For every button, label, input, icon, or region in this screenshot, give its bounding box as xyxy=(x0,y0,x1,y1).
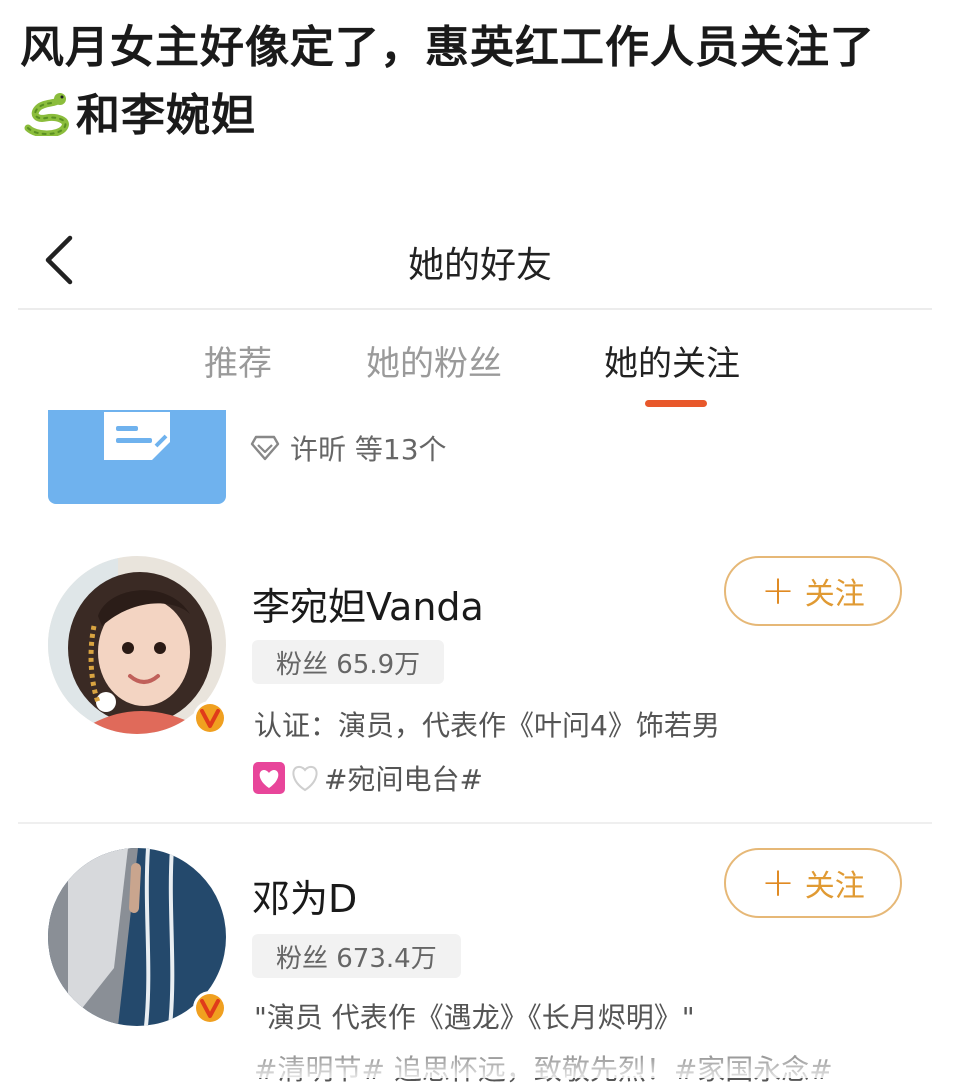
nav-bar: 她的好友 xyxy=(0,214,960,308)
topic-tag[interactable]: #宛间电台# xyxy=(324,758,483,798)
user-tag-line: #宛间电台# xyxy=(252,758,483,798)
follow-button[interactable]: + 关注 xyxy=(724,848,902,918)
nav-divider xyxy=(18,308,932,310)
plus-icon: + xyxy=(761,860,795,906)
tab-her-fans[interactable]: 她的粉丝 xyxy=(366,336,502,385)
active-tab-indicator xyxy=(645,400,707,407)
user-name[interactable]: 邓为D xyxy=(252,868,357,923)
document-icon xyxy=(104,412,170,460)
pink-heart-icon xyxy=(253,762,285,794)
user-description: 认证：演员，代表作《叶问4》饰若男 xyxy=(254,709,720,742)
fans-count: 粉丝 65.9万 xyxy=(252,640,445,684)
plus-icon: + xyxy=(761,568,795,614)
tab-bar: 推荐 她的粉丝 她的关注 xyxy=(0,330,960,410)
tab-recommend[interactable]: 推荐 xyxy=(204,336,272,385)
post-title: 风月女主好像定了，惠英红工作人员关注了 和李婉妲 xyxy=(20,14,930,150)
page-title: 她的好友 xyxy=(407,245,552,286)
verified-badge-icon xyxy=(193,701,227,735)
diamond-icon xyxy=(250,435,280,461)
bottom-fade xyxy=(0,1038,960,1078)
follow-button[interactable]: + 关注 xyxy=(724,556,902,626)
tab-her-following[interactable]: 她的关注 xyxy=(604,336,740,385)
post-title-part2: 和李婉妲 xyxy=(76,90,256,141)
row-divider xyxy=(18,822,932,824)
group-members-text: 许昕 等13个 xyxy=(290,433,447,466)
verified-badge-icon xyxy=(193,991,227,1025)
post-title-part1: 风月女主好像定了，惠英红工作人员关注了 xyxy=(20,22,875,73)
fans-count: 粉丝 673.4万 xyxy=(252,934,461,978)
follow-button-label: 关注 xyxy=(804,577,865,612)
user-description: "演员 代表作《遇龙》《长月烬明》" xyxy=(254,1001,695,1034)
follow-button-label: 关注 xyxy=(804,869,865,904)
user-name[interactable]: 李宛妲Vanda xyxy=(252,576,484,631)
white-heart-icon xyxy=(292,765,318,792)
group-members-info: 许昕 等13个 xyxy=(250,428,447,468)
snake-emoji-icon xyxy=(24,93,69,136)
group-card[interactable] xyxy=(48,410,226,504)
